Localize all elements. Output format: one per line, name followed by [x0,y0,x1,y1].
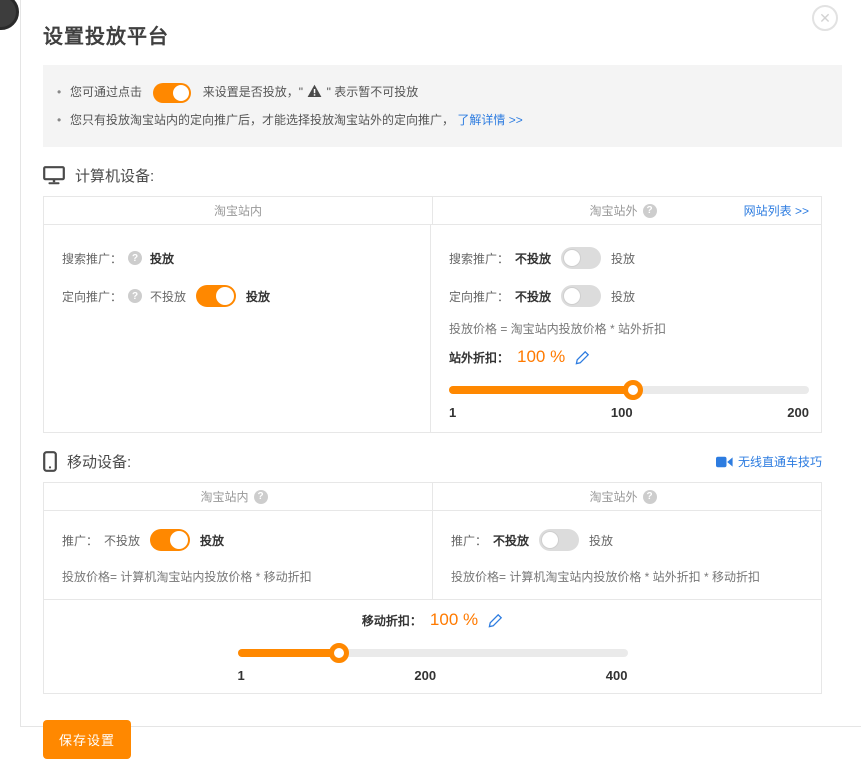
warning-icon [307,84,322,98]
learn-more-link[interactable]: 了解详情 >> [457,113,522,127]
mobile-onsite-cell: 推广： 不投放 投放 投放价格= 计算机淘宝站内投放价格 * 移动折扣 [44,511,432,599]
computer-platform-table: 淘宝站内 淘宝站外 ? 网站列表 >> 搜索推广： ? 投放 定向推广： [43,196,822,433]
mobile-platform-table: 淘宝站内 ? 淘宝站外 ? 推广： 不投放 投放 投放价格= 计算机淘宝站内投 [43,482,822,694]
offsite-search-row: 搜索推广： 不投放 投放 [449,239,809,277]
onsite-target-toggle[interactable] [196,285,236,307]
close-icon[interactable]: ✕ [812,5,838,31]
notice-item-prereq: 您只有投放淘宝站内的定向推广后，才能选择投放淘宝站外的定向推广， 了解详情 >> [43,107,842,133]
slider-knob[interactable] [329,643,349,663]
video-icon [716,456,733,468]
help-icon[interactable]: ? [254,490,268,504]
offsite-target-row: 定向推广： 不投放 投放 [449,277,809,315]
offsite-price-formula: 投放价格 = 淘宝站内投放价格 * 站外折扣 [449,321,809,337]
mobile-onsite-formula: 投放价格= 计算机淘宝站内投放价格 * 移动折扣 [62,569,420,585]
mobile-offsite-cell: 推广： 不投放 投放 投放价格= 计算机淘宝站内投放价格 * 站外折扣 * 移动… [432,511,821,599]
help-icon[interactable]: ? [643,490,657,504]
notice-item-toggle-hint: 您可通过点击 来设置是否投放，" " 表示暂不可投放 [43,79,842,105]
offsite-discount-value: 100 % [517,347,565,367]
computer-onsite-cell: 搜索推广： ? 投放 定向推广： ? 不投放 投放 [44,225,430,432]
page-title: 设置投放平台 [43,20,861,49]
mobile-discount-row: 移动折扣： 100 % 1 200 400 [44,599,821,693]
slider-fill [238,649,339,657]
toggle-knob [216,287,234,305]
computer-icon [43,166,65,185]
mobile-discount-slider[interactable] [238,643,628,663]
example-toggle[interactable] [153,83,191,103]
computer-onsite-header: 淘宝站内 [44,197,432,224]
mobile-icon [43,451,57,472]
offsite-discount-label: 站外折扣： [449,349,509,366]
slider-knob[interactable] [623,380,643,400]
edit-icon[interactable] [575,350,590,365]
notice-box: 您可通过点击 来设置是否投放，" " 表示暂不可投放 您只有投放淘宝站内的定向推… [43,65,842,147]
offsite-target-toggle[interactable] [561,285,601,307]
computer-section-title: 计算机设备: [43,165,154,186]
offsite-discount-slider[interactable] [449,380,809,400]
mobile-section-title: 移动设备: [43,451,131,472]
mobile-onsite-header: 淘宝站内 ? [44,483,432,510]
offsite-slider-scale: 1 100 200 [449,405,809,420]
mobile-onsite-toggle[interactable] [150,529,190,551]
mobile-offsite-formula: 投放价格= 计算机淘宝站内投放价格 * 站外折扣 * 移动折扣 [451,569,809,585]
computer-offsite-cell: 搜索推广： 不投放 投放 定向推广： 不投放 投放 投放价格 = 淘宝站内投放价… [430,225,821,432]
help-icon[interactable]: ? [128,289,142,303]
toggle-knob [173,85,189,101]
edit-icon[interactable] [488,613,503,628]
toggle-knob [541,531,559,549]
onsite-search-row: 搜索推广： ? 投放 [62,239,418,277]
computer-offsite-header: 淘宝站外 ? 网站列表 >> [432,197,821,224]
slider-fill [449,386,633,394]
toggle-knob [563,249,581,267]
help-icon[interactable]: ? [643,204,657,218]
set-platform-dialog: ✕ 设置投放平台 您可通过点击 来设置是否投放，" " 表示暂不可投放 您只有投 [20,0,861,727]
background-page-icon [0,0,19,30]
site-list-link[interactable]: 网站列表 >> [744,202,809,219]
toggle-knob [563,287,581,305]
save-settings-button[interactable]: 保存设置 [43,720,131,759]
mobile-offsite-promo-row: 推广： 不投放 投放 [451,525,809,555]
help-icon[interactable]: ? [128,251,142,265]
onsite-search-value: 投放 [150,250,174,267]
mobile-discount-label: 移动折扣： [362,612,422,629]
mobile-slider-scale: 1 200 400 [238,668,628,683]
mobile-offsite-header: 淘宝站外 ? [432,483,821,510]
mobile-onsite-promo-row: 推广： 不投放 投放 [62,525,420,555]
mobile-offsite-toggle[interactable] [539,529,579,551]
toggle-knob [170,531,188,549]
onsite-target-row: 定向推广： ? 不投放 投放 [62,277,418,315]
wireless-tips-link[interactable]: 无线直通车技巧 [738,453,822,470]
offsite-search-toggle[interactable] [561,247,601,269]
mobile-discount-value: 100 % [430,610,478,630]
